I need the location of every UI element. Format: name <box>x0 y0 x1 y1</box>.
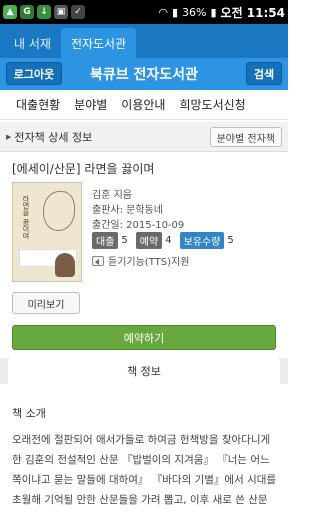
book-counts: 대출 5 예약 4 보유수량 5 <box>92 232 239 249</box>
reserve-button[interactable]: 예약하기 <box>12 325 276 350</box>
section-header: ▶ 전자책 상세 정보 분야별 전자책 <box>0 122 288 152</box>
menu-item-by-field[interactable]: 분야별 <box>74 96 107 113</box>
menu-item-guide[interactable]: 이용안내 <box>121 96 165 113</box>
google-icon: G <box>20 5 34 19</box>
cover-title: 라면을 끓이며 <box>22 195 30 240</box>
status-bar: ▲ G ↓ ▣ ✓ ◠ ▮ 36% ▮ 오전 11:54 <box>0 0 288 24</box>
loan-count: 5 <box>121 235 128 246</box>
ebooks-by-field-button[interactable]: 분야별 전자책 <box>209 127 282 147</box>
header-bar: 로그아웃 북큐브 전자도서관 검색 <box>0 58 288 90</box>
speaker-icon <box>92 255 104 266</box>
book-publisher: 출판사: 문학동네 <box>92 205 163 216</box>
reserve-count: 4 <box>165 235 172 246</box>
cover-sketch <box>43 191 75 231</box>
book-author: 김훈 지음 <box>92 190 132 201</box>
tts-label: 듣기기능(TTS)지원 <box>108 257 190 268</box>
download-icon: ↓ <box>37 5 51 19</box>
info-tab-bar: 책 정보 <box>0 358 288 384</box>
logout-button[interactable]: 로그아웃 <box>6 62 62 85</box>
triangle-right-icon: ▶ <box>6 132 12 141</box>
reserve-badge: 예약 <box>135 232 163 249</box>
section-label: 전자책 상세 정보 <box>14 130 93 144</box>
intro-heading: 책 소개 <box>12 407 46 420</box>
menu-bar: 대출현황 분야별 이용안내 희망도서신청 <box>0 90 288 120</box>
tab-e-library[interactable]: 전자도서관 <box>60 28 137 58</box>
notification-icon: ▲ <box>3 5 17 19</box>
owned-badge: 보유수량 <box>179 232 225 249</box>
menu-item-loan-status[interactable]: 대출현황 <box>16 96 60 113</box>
clock: 오전 11:54 <box>220 5 285 20</box>
author-photo <box>55 253 75 277</box>
signal-icon: ▮ <box>171 5 179 19</box>
battery-percent: 36% <box>182 5 207 19</box>
image-icon: ▣ <box>54 5 68 19</box>
owned-count: 5 <box>227 235 234 246</box>
check-icon: ✓ <box>71 5 85 19</box>
tab-book-info[interactable]: 책 정보 <box>8 358 280 384</box>
loan-badge: 대출 <box>92 232 119 249</box>
menu-item-book-request[interactable]: 희망도서신청 <box>179 96 245 113</box>
intro-body: 오래전에 절판되어 애서가들로 하여금 헌책방을 찾아다니게 한 김훈의 전설적… <box>12 434 277 506</box>
search-button[interactable]: 검색 <box>246 62 282 85</box>
preview-button[interactable]: 미리보기 <box>12 292 80 314</box>
battery-icon: ▮ <box>210 5 217 19</box>
book-cover[interactable]: 라면을 끓이며 <box>12 182 82 282</box>
book-title: [에세이/산문] 라면을 끓이며 <box>12 162 155 176</box>
tts-support: 듣기기능(TTS)지원 <box>92 253 189 268</box>
top-tab-bar: 내 서재 전자도서관 <box>0 24 288 58</box>
wifi-icon: ◠ <box>158 5 168 19</box>
tab-my-library[interactable]: 내 서재 <box>4 28 61 58</box>
book-date: 출간일: 2015-10-09 <box>92 220 185 231</box>
